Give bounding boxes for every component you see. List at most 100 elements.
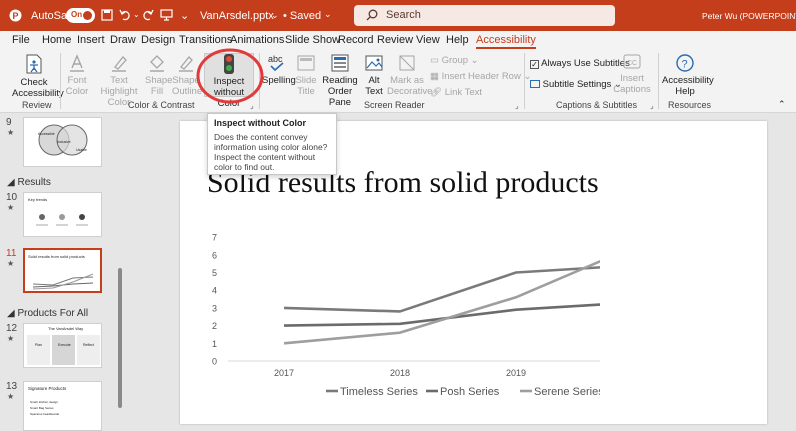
inspect-without-color-label: Inspect without Color — [213, 76, 245, 109]
y-tick-label: 1 — [212, 339, 217, 349]
autosave-toggle[interactable]: On — [66, 8, 95, 23]
tooltip-title: Inspect without Color — [214, 118, 306, 128]
inspect-without-color-tooltip: Inspect without Color Does the content c… — [207, 113, 337, 175]
traffic-light-icon — [224, 54, 234, 74]
check-accessibility-button[interactable]: Check Accessibility — [12, 53, 64, 99]
font-color-icon — [70, 54, 84, 72]
collapse-ribbon-icon[interactable]: ⌃ — [778, 99, 786, 110]
captions-group-label: Captions & Subtitles — [556, 100, 638, 110]
screen-reader-launcher-icon[interactable]: ⌟ — [515, 101, 519, 110]
slide-number: 10 — [6, 192, 18, 203]
group-label: Group — [441, 55, 469, 66]
tab-file[interactable]: File — [12, 34, 30, 46]
undo-dropdown-icon[interactable]: ⌄ — [133, 10, 140, 19]
check-accessibility-icon — [26, 54, 42, 74]
font-color-button[interactable]: Font Color — [64, 53, 90, 97]
redo-icon[interactable] — [142, 9, 154, 21]
section-results[interactable]: ◢ Results — [7, 177, 51, 188]
spelling-button[interactable]: abc Spelling — [262, 53, 296, 86]
undo-icon[interactable] — [119, 9, 132, 21]
tab-help[interactable]: Help — [446, 34, 469, 46]
thumb-item: Smart Bag Series — [30, 406, 54, 410]
reading-order-icon — [331, 54, 349, 72]
venn-label-mid: Inclusive — [57, 140, 71, 144]
reading-order-label: Reading Order Pane — [322, 75, 358, 108]
line-chart[interactable]: 012345672017201820192020Timeless SeriesP… — [200, 225, 600, 403]
alt-text-button[interactable]: Alt Text — [363, 53, 385, 97]
mark-decorative-button[interactable]: Mark as Decorative — [387, 53, 432, 97]
shape-outline-button[interactable]: Shape Outline — [172, 53, 202, 97]
subtitle-settings-button[interactable]: Subtitle Settings ⌄ — [530, 79, 622, 90]
insert-captions-button[interactable]: CC Insert Captions — [612, 53, 652, 95]
slide-thumbnail-pane: 9 ★ Accessible Inclusive Usable ◢ Result… — [0, 113, 126, 431]
canvas-scrollbar[interactable] — [786, 113, 796, 424]
star-icon: ★ — [7, 203, 15, 212]
filename[interactable]: VanArsdel.pptx — [200, 10, 274, 22]
color-contrast-group-label: Color & Contrast — [128, 100, 195, 110]
captions-icon: CC — [623, 54, 641, 69]
tab-animations[interactable]: Animations — [230, 34, 284, 46]
user-name[interactable]: Peter Wu (POWERPOINT) — [702, 11, 796, 21]
slide-thumbnail-12[interactable]: The VanArsdel Way Plan Execute Reflect — [23, 323, 102, 368]
captions-launcher-icon[interactable]: ⌟ — [650, 101, 654, 110]
slide-thumbnail-11[interactable]: Solid results from solid products — [23, 248, 102, 293]
mini-line-chart — [32, 273, 94, 290]
tab-draw[interactable]: Draw — [110, 34, 136, 46]
insert-header-row-button[interactable]: ▦ Insert Header Row ⌄ — [430, 71, 531, 82]
svg-text:?: ? — [682, 59, 688, 71]
search-box[interactable]: Search — [354, 5, 615, 26]
help-icon: ? — [676, 54, 694, 72]
decorative-icon — [399, 55, 415, 71]
inspect-without-color-button[interactable]: Inspect without Color — [204, 53, 254, 109]
venn-label-left: Accessible — [38, 132, 55, 136]
saved-dropdown-icon[interactable]: ⌄ — [324, 9, 332, 20]
save-icon[interactable] — [101, 9, 113, 21]
slide-thumbnail-10[interactable]: Key trends — [23, 192, 102, 237]
star-icon: ★ — [7, 392, 15, 401]
thumbnail-scrollbar[interactable] — [116, 113, 124, 424]
link-text-button[interactable]: 🔗︎ Link Text — [430, 87, 482, 98]
group-button[interactable]: ▭ Group ⌄ — [430, 55, 479, 66]
subtitle-settings-label: Subtitle Settings — [542, 79, 612, 90]
section-products-label: Products For All — [17, 308, 89, 319]
tab-design[interactable]: Design — [141, 34, 175, 46]
thumb-title: Signature Products — [28, 386, 67, 391]
star-icon: ★ — [7, 128, 15, 137]
paint-bucket-icon — [150, 55, 164, 72]
insert-header-row-label: Insert Header Row — [441, 71, 521, 82]
slide-title-button[interactable]: Slide Title — [294, 53, 318, 97]
y-tick-label: 5 — [212, 268, 217, 278]
thumb-col-label: Reflect — [83, 343, 94, 347]
present-icon[interactable] — [160, 9, 173, 21]
thumb-col-label: Execute — [58, 343, 71, 347]
accessibility-help-label: Accessibility Help — [662, 75, 714, 97]
svg-text:CC: CC — [627, 60, 637, 67]
shape-fill-button[interactable]: Shape Fill — [145, 53, 172, 97]
spelling-label: Spelling — [262, 75, 296, 86]
slide-number: 9 — [6, 117, 12, 128]
tab-insert[interactable]: Insert — [77, 34, 105, 46]
tab-record[interactable]: Record — [338, 34, 373, 46]
accessibility-help-button[interactable]: ? Accessibility Help — [662, 53, 714, 97]
y-tick-label: 7 — [212, 233, 217, 243]
tab-home[interactable]: Home — [42, 34, 71, 46]
star-icon: ★ — [7, 259, 15, 268]
customize-toolbar-icon[interactable]: ⌄ — [180, 9, 189, 22]
slide-thumbnail-9[interactable]: Accessible Inclusive Usable — [23, 117, 102, 167]
star-icon: ★ — [7, 334, 15, 343]
subtitle-settings-icon — [530, 80, 540, 88]
reading-order-pane-button[interactable]: Reading Order Pane — [320, 53, 360, 108]
slide-number: 12 — [6, 323, 18, 334]
autosave-state: On — [71, 10, 83, 19]
filename-dropdown-icon[interactable]: ⌄ — [271, 10, 279, 21]
color-contrast-launcher-icon[interactable]: ⌟ — [250, 101, 254, 110]
pen-outline-icon — [179, 56, 193, 72]
tab-accessibility[interactable]: Accessibility — [476, 34, 536, 49]
slide-number-current: 11 — [6, 248, 17, 259]
tab-transitions[interactable]: Transitions — [179, 34, 232, 46]
tab-view[interactable]: View — [416, 34, 440, 46]
menu-bar: File Home Insert Draw Design Transitions… — [0, 31, 796, 49]
tab-review[interactable]: Review — [377, 34, 413, 46]
tab-slide-show[interactable]: Slide Show — [285, 34, 340, 46]
section-products[interactable]: ◢ Products For All — [7, 308, 88, 319]
